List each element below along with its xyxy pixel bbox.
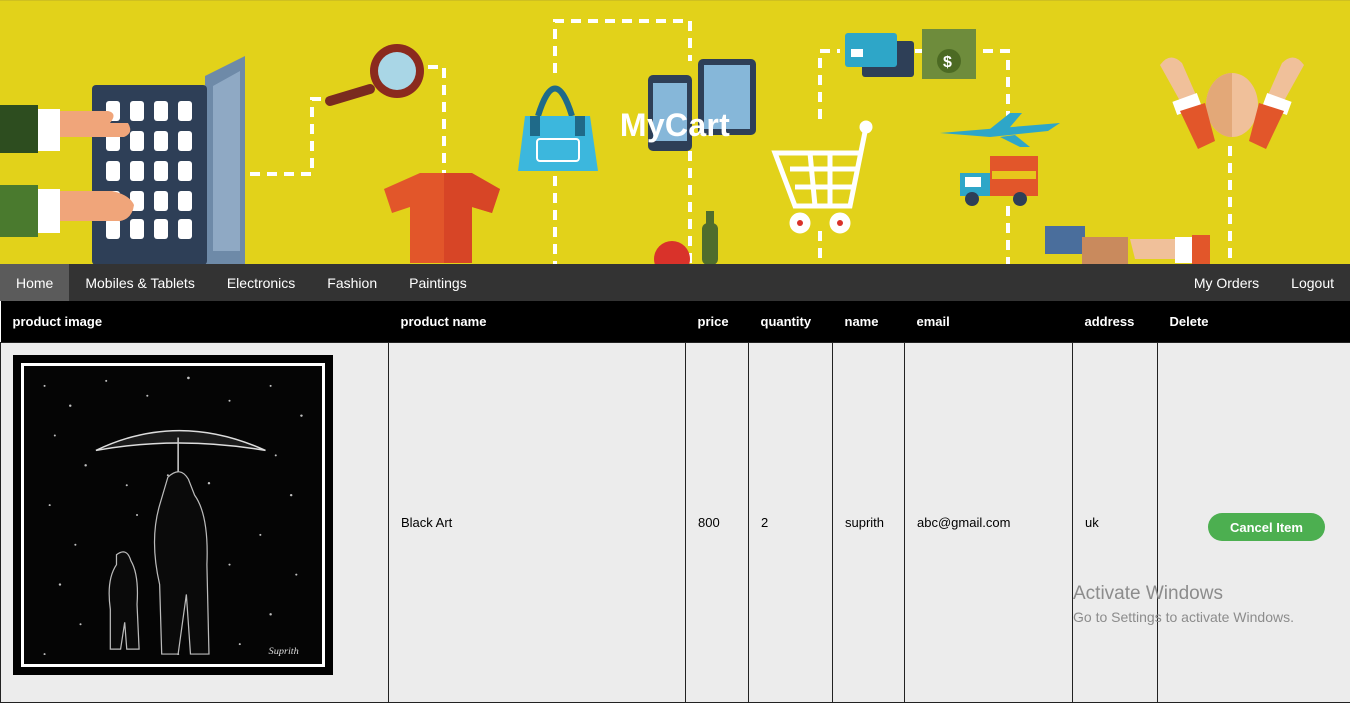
- site-title: MyCart: [0, 107, 1350, 144]
- product-name-cell: Black Art: [389, 342, 686, 702]
- nav-paintings[interactable]: Paintings: [393, 264, 483, 301]
- nav-home[interactable]: Home: [0, 264, 69, 301]
- product-image: Suprith: [13, 355, 333, 675]
- address-cell: uk: [1073, 342, 1158, 702]
- nav-fashion[interactable]: Fashion: [311, 264, 393, 301]
- nav-electronics[interactable]: Electronics: [211, 264, 311, 301]
- customer-name-cell: suprith: [833, 342, 905, 702]
- quantity-cell: 2: [749, 342, 833, 702]
- product-image-cell: Suprith: [1, 342, 389, 702]
- watermark-subtitle: Go to Settings to activate Windows.: [1073, 609, 1294, 625]
- table-header-row: product image product name price quantit…: [1, 301, 1350, 342]
- bottle-icon: [654, 211, 718, 264]
- delete-cell: Cancel Item: [1158, 342, 1350, 702]
- header-price: price: [686, 301, 749, 342]
- nav-right-group: My Orders Logout: [1178, 264, 1350, 301]
- svg-text:$: $: [943, 54, 952, 71]
- table-row: Suprith Black Art 800 2 suprith abc@gmai…: [1, 342, 1350, 702]
- header-quantity: quantity: [749, 301, 833, 342]
- black-art-painting-image: Suprith: [24, 366, 322, 664]
- header-banner: $: [0, 0, 1350, 264]
- svg-text:Suprith: Suprith: [269, 646, 299, 657]
- price-cell: 800: [686, 342, 749, 702]
- nav-logout[interactable]: Logout: [1275, 264, 1350, 301]
- activate-windows-watermark: Activate Windows Go to Settings to activ…: [1073, 583, 1294, 625]
- tshirt-icon: [384, 173, 500, 263]
- header-email: email: [905, 301, 1073, 342]
- header-name: name: [833, 301, 905, 342]
- header-product-name: product name: [389, 301, 686, 342]
- laptop-icon: [92, 56, 245, 264]
- delivery-truck-icon: [960, 156, 1038, 206]
- cancel-item-button[interactable]: Cancel Item: [1208, 513, 1325, 541]
- orders-table: product image product name price quantit…: [0, 301, 1350, 703]
- money-icon: $: [922, 29, 976, 79]
- package-handoff-icon: [1045, 226, 1210, 264]
- header-address: address: [1073, 301, 1158, 342]
- header-delete: Delete: [1158, 301, 1350, 342]
- magnifier-icon: [330, 44, 424, 101]
- credit-card-icon: [845, 33, 914, 77]
- header-product-image: product image: [1, 301, 389, 342]
- email-cell: abc@gmail.com: [905, 342, 1073, 702]
- nav-my-orders[interactable]: My Orders: [1178, 264, 1275, 301]
- watermark-title: Activate Windows: [1073, 583, 1294, 605]
- main-navbar: Home Mobiles & Tablets Electronics Fashi…: [0, 264, 1350, 301]
- nav-mobiles-tablets[interactable]: Mobiles & Tablets: [69, 264, 210, 301]
